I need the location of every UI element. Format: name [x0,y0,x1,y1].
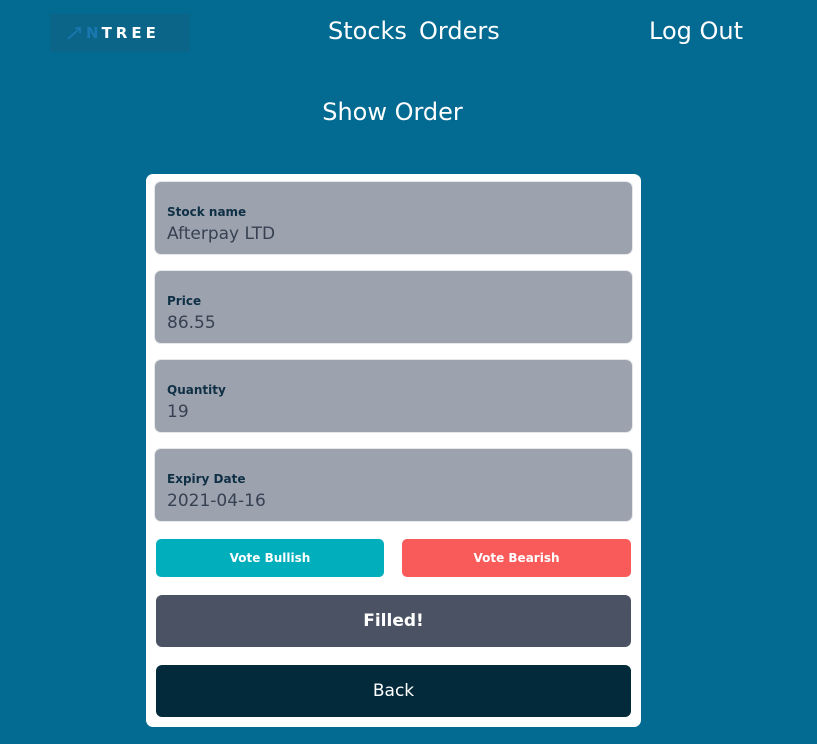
field-label: Quantity [167,383,226,397]
price-value: 86.55 [167,313,216,333]
nav-link-stocks[interactable]: Stocks [328,16,407,46]
stock-name-field: Stock name Afterpay LTD [155,182,632,254]
order-status-button[interactable]: Filled! [156,595,631,647]
trend-arrow-icon [67,27,81,40]
order-card: Stock name Afterpay LTD Price 86.55 Quan… [146,174,641,727]
logo-text: TREE [101,24,160,42]
nav-link-orders[interactable]: Orders [419,16,500,46]
top-navbar: N TREE Stocks Orders Log Out [0,0,817,70]
field-label: Stock name [167,205,247,219]
price-field: Price 86.55 [155,271,632,343]
logo[interactable]: N TREE [50,14,190,52]
vote-bullish-button[interactable]: Vote Bullish [156,539,384,577]
field-label: Expiry Date [167,472,246,486]
quantity-value: 19 [167,402,189,422]
logo-letter: N [86,24,102,42]
page-title: Show Order [322,98,463,126]
field-label: Price [167,294,202,308]
logout-link[interactable]: Log Out [649,16,743,46]
vote-bearish-button[interactable]: Vote Bearish [402,539,631,577]
back-button[interactable]: Back [156,665,631,717]
stock-name-value: Afterpay LTD [167,224,276,244]
expiry-date-field: Expiry Date 2021-04-16 [155,449,632,521]
expiry-date-value: 2021-04-16 [167,491,266,511]
quantity-field: Quantity 19 [155,360,632,432]
